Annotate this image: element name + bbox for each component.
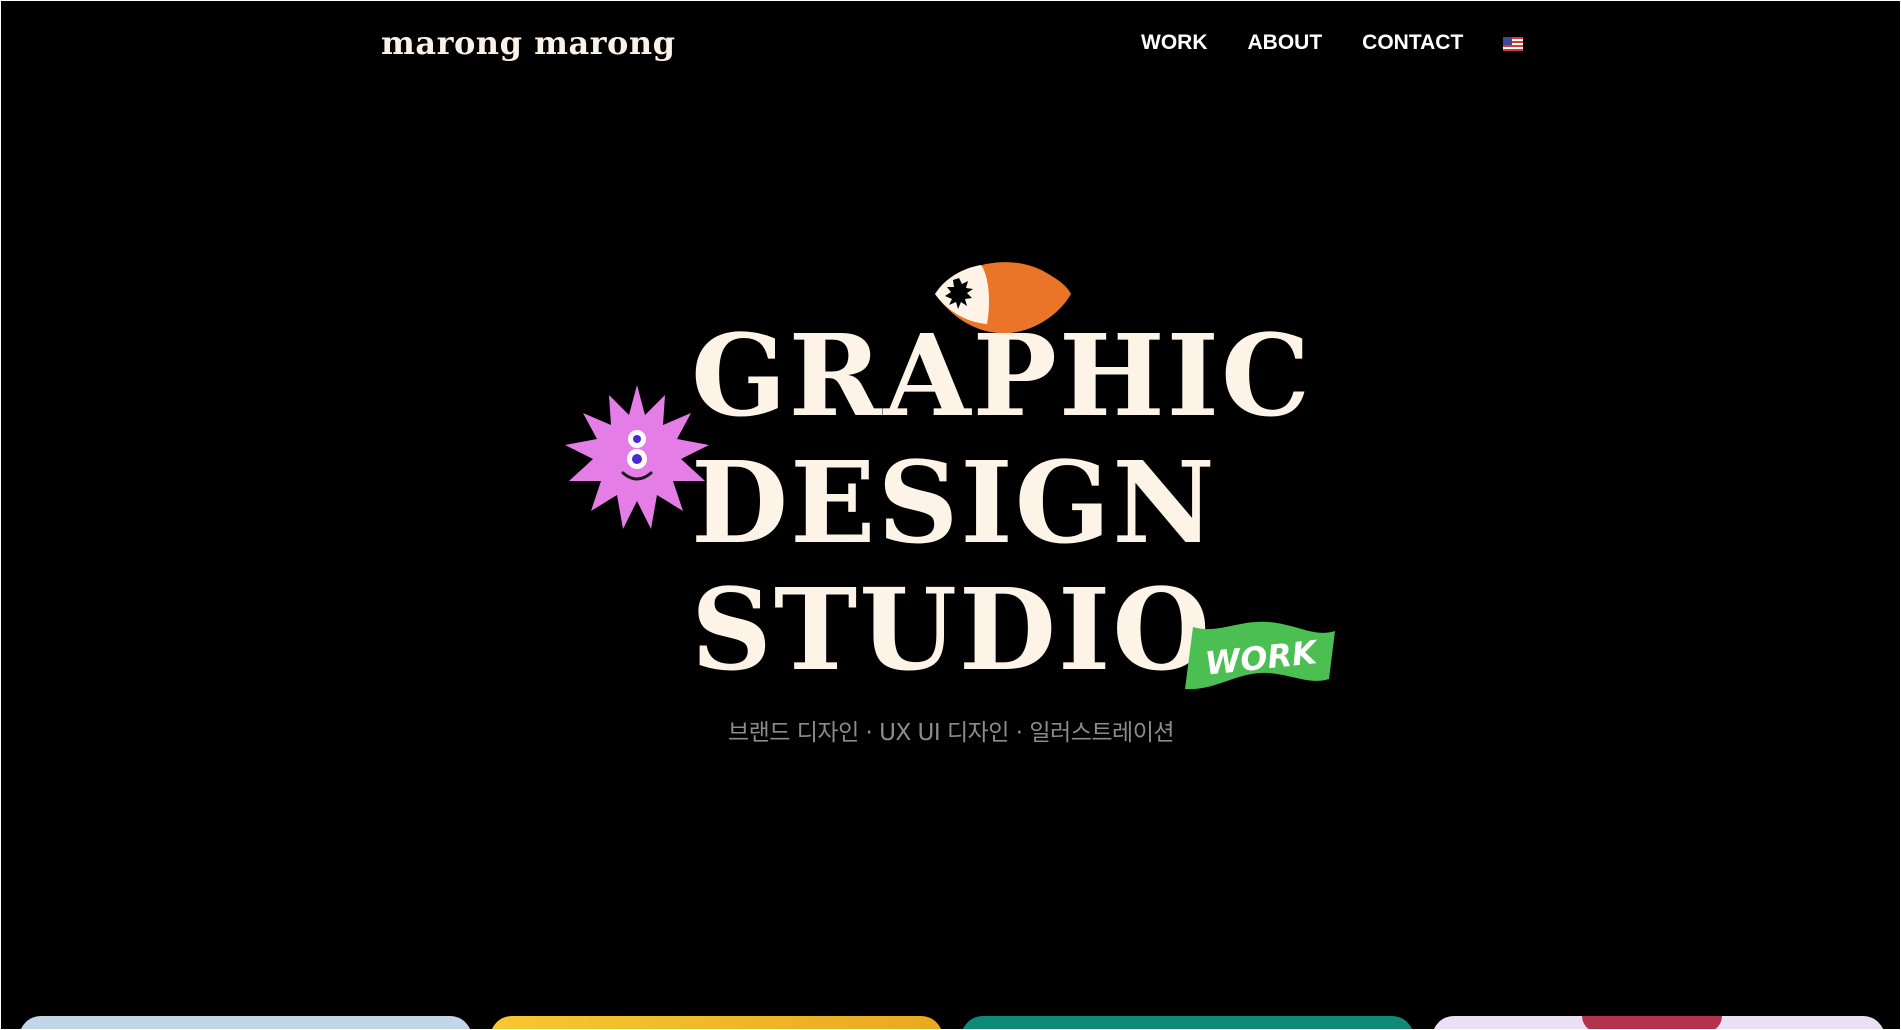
project-card-4[interactable] [1432,1016,1885,1029]
logo[interactable]: marong marong [381,23,676,63]
project-cards [19,1016,1885,1029]
project-card-4-image [1582,1016,1722,1029]
page: marong marong WORK ABOUT CONTACT GRAPHIC… [1,1,1900,1029]
us-flag-icon[interactable] [1503,36,1524,51]
work-flag-badge: WORK [1185,621,1335,690]
project-card-1[interactable] [19,1016,472,1029]
hero-title-line-2: DESIGN [691,438,1217,569]
project-card-2[interactable] [490,1016,943,1029]
hero-subtitle: 브랜드 디자인 · UX UI 디자인 · 일러스트레이션 [727,720,1175,746]
project-card-3[interactable] [961,1016,1414,1029]
nav-contact[interactable]: CONTACT [1362,23,1463,63]
monster-star-icon [565,385,709,529]
nav-work[interactable]: WORK [1141,23,1208,63]
main-nav: WORK ABOUT CONTACT [1141,23,1524,63]
hero-title-line-1: GRAPHIC [691,311,1313,442]
nav-about[interactable]: ABOUT [1248,23,1323,63]
